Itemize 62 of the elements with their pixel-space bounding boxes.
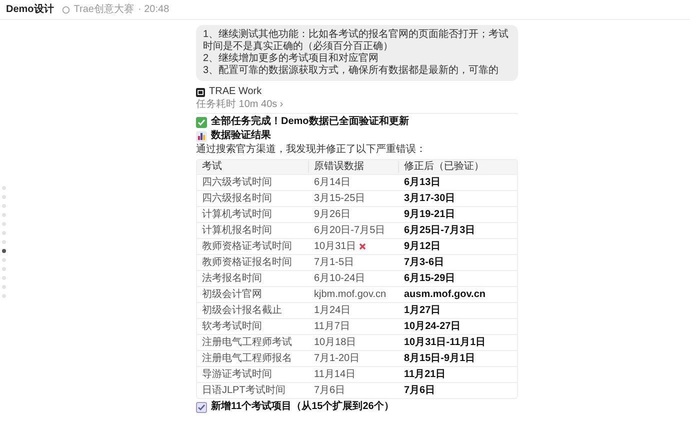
- table-cell-text: 10月24-27日: [403, 320, 462, 332]
- chat-bubble-icon: [62, 6, 70, 14]
- table-cell-text: 初级会计报名截止: [201, 304, 283, 316]
- table-cell-text: 8月15日-9月1日: [403, 352, 476, 364]
- message-line: 1、继续测试其他功能：比如各考试的报名官网的页面能否打开；考试时间是不是真实正确的（必须百分百正确）: [203, 29, 510, 52]
- intro-text: 通过搜索官方渠道，我发现并修正了以下严重错误：: [196, 144, 427, 156]
- table-cell-text: 1月27日: [403, 304, 442, 316]
- table-cell: 10月31日: [314, 240, 356, 252]
- table-cell: 9月26日: [314, 208, 351, 220]
- table-cell: 7月1-5日: [314, 256, 354, 268]
- table-cell-text: 注册电气工程师考试: [201, 336, 293, 348]
- table-cell: 3月15-25日: [314, 192, 366, 204]
- table-cell-text: 7月6日: [403, 384, 436, 396]
- table-cell-text: 6月25日-7月3日: [403, 224, 476, 236]
- table-cell-text: ausm.mof.gov.cn: [403, 288, 486, 300]
- table-cell: 10月18日: [314, 336, 356, 348]
- message-line: 3、配置可靠的数据源获取方式，确保所有数据都是最新的，可靠的: [203, 65, 500, 77]
- table-cell: kjbm.mof.gov.cn: [314, 288, 386, 300]
- table-cell: 1月24日: [314, 304, 351, 316]
- table-cell-text: 日语JLPT考试时间: [201, 384, 286, 396]
- table-cell-text: 计算机报名时间: [201, 224, 273, 236]
- column-header: 原错误数据: [309, 161, 399, 173]
- section-heading: 全部任务完成！Demo数据已全面验证和更新: [211, 116, 409, 128]
- table-cell-text: 导游证考试时间: [201, 368, 273, 380]
- chat-title: Demo设计: [6, 2, 54, 17]
- timestamp: · 20:48: [138, 3, 170, 17]
- table-cell-text: 注册电气工程师报名: [201, 352, 293, 364]
- project-name: Trae创意大赛: [74, 2, 134, 17]
- table-cell-text: 四六级报名时间: [201, 192, 273, 204]
- checkbox-icon: [196, 402, 207, 412]
- table-cell: 7月6日: [314, 384, 346, 396]
- table-cell: 11月14日: [314, 368, 356, 380]
- check-mark-icon: [196, 116, 207, 128]
- table-cell-text: 3月17-30日: [403, 192, 456, 204]
- app-logo-icon: [196, 88, 205, 96]
- table-cell-text: 7月3-6日: [403, 256, 446, 268]
- section-heading: 数据验证结果: [211, 130, 271, 142]
- task-duration[interactable]: 任务耗时 10m 40s ›: [196, 99, 518, 114]
- table-cell: 11月7日: [314, 320, 350, 332]
- table-cell-text: 11月21日: [403, 368, 447, 380]
- table-cell-text: 6月15-29日: [403, 272, 456, 284]
- table-cell: 7月1-20日: [314, 352, 360, 364]
- column-header: 考试: [197, 161, 309, 173]
- agent-name: TRAE Work: [209, 86, 262, 98]
- table-cell-text: 初级会计官网: [201, 288, 263, 300]
- table-cell-text: 法考报名时间: [201, 272, 263, 284]
- table-cell-text: 四六级考试时间: [201, 176, 273, 188]
- table-cell-text: 教师资格证考试时间: [201, 240, 293, 252]
- table-cell-text: 10月31日-11月1日: [403, 336, 487, 348]
- column-header: 修正后（已验证）: [403, 161, 485, 173]
- message-line: 2、继续增加更多的考试项目和对应官网: [203, 53, 380, 64]
- table-cell: 6月10-24日: [314, 272, 366, 284]
- table-cell-text: 9月19-21日: [403, 208, 456, 220]
- table-cell-text: 9月12日: [403, 240, 442, 252]
- table-cell-text: 教师资格证报名时间: [201, 256, 293, 268]
- table-cell-text: 计算机考试时间: [201, 208, 273, 220]
- section-heading: 新增11个考试项目（从15个扩展到26个）: [211, 401, 394, 413]
- table-cell-text: 软考考试时间: [201, 320, 263, 332]
- table-cell: 6月20日-7月5日: [314, 224, 386, 236]
- table-cell: 6月14日: [314, 176, 351, 188]
- table-cell-text: 6月13日: [403, 176, 442, 188]
- bar-chart-icon: [196, 130, 207, 142]
